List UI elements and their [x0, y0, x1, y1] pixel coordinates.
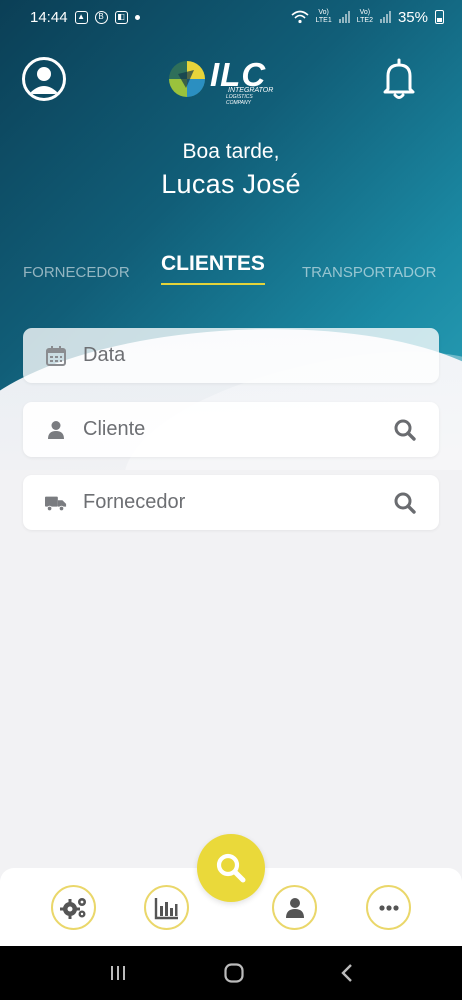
gallery-notification-icon: ▲ [74, 10, 88, 24]
bell-icon [383, 58, 415, 99]
app-notification-icon: ◧ [114, 10, 128, 24]
date-placeholder: Data [83, 344, 126, 366]
more-notifications-icon [134, 14, 140, 20]
network-1-label: Vo) LTE1 [315, 9, 332, 24]
user-name: Lucas José [161, 169, 301, 199]
more-button[interactable] [366, 885, 411, 930]
user-icon [45, 419, 67, 441]
status-time: 14:44 [30, 8, 68, 26]
b-notification-icon: B [94, 10, 108, 24]
profile-button[interactable] [22, 57, 66, 101]
bar-chart-icon [154, 897, 178, 919]
battery-icon [435, 10, 444, 24]
search-fab-button[interactable] [197, 834, 265, 902]
tab-bar: FORNECEDOR CLIENTES TRANSPORTADOR [0, 248, 462, 288]
signal-2-icon [379, 11, 391, 23]
system-navigation-bar [0, 946, 462, 1000]
settings-button[interactable] [51, 885, 96, 930]
date-field[interactable]: Data [23, 328, 439, 383]
network-2-label: Vo) LTE2 [356, 9, 373, 24]
client-field[interactable]: Cliente [23, 402, 439, 457]
truck-icon [45, 492, 67, 514]
tab-fornecedor[interactable]: FORNECEDOR [23, 248, 130, 281]
logo-subtitle-2: LOGISTICS COMPANY [226, 94, 253, 106]
tab-transportador[interactable]: TRANSPORTADOR [302, 248, 436, 281]
search-icon [216, 853, 246, 883]
client-placeholder: Cliente [83, 418, 146, 440]
tab-clientes[interactable]: CLIENTES [161, 248, 265, 285]
logo-subtitle-1: INTEGRATOR [228, 87, 274, 94]
search-supplier-icon[interactable] [393, 491, 417, 515]
profile-nav-button[interactable] [272, 885, 317, 930]
search-client-icon[interactable] [393, 418, 417, 442]
gears-icon [59, 897, 86, 919]
user-avatar-icon [29, 67, 59, 94]
wifi-icon [291, 10, 309, 24]
notifications-button[interactable] [376, 56, 422, 102]
reports-button[interactable] [144, 885, 189, 930]
supplier-field[interactable]: Fornecedor [23, 475, 439, 530]
ellipsis-icon [378, 904, 399, 911]
back-icon[interactable] [340, 963, 354, 983]
user-icon [285, 897, 304, 918]
battery-percent: 35% [397, 8, 428, 26]
status-bar: 14:44 ▲ B ◧ Vo) LTE1 Vo) LTE2 35% [0, 0, 462, 34]
supplier-placeholder: Fornecedor [83, 491, 186, 513]
greeting-line: Boa tarde, [182, 140, 280, 163]
ilc-logo: ILC INTEGRATOR LOGISTICS COMPANY [168, 56, 278, 106]
signal-1-icon [338, 11, 350, 23]
recent-apps-icon[interactable] [108, 964, 128, 982]
home-icon[interactable] [223, 962, 245, 984]
calendar-icon [45, 345, 67, 367]
